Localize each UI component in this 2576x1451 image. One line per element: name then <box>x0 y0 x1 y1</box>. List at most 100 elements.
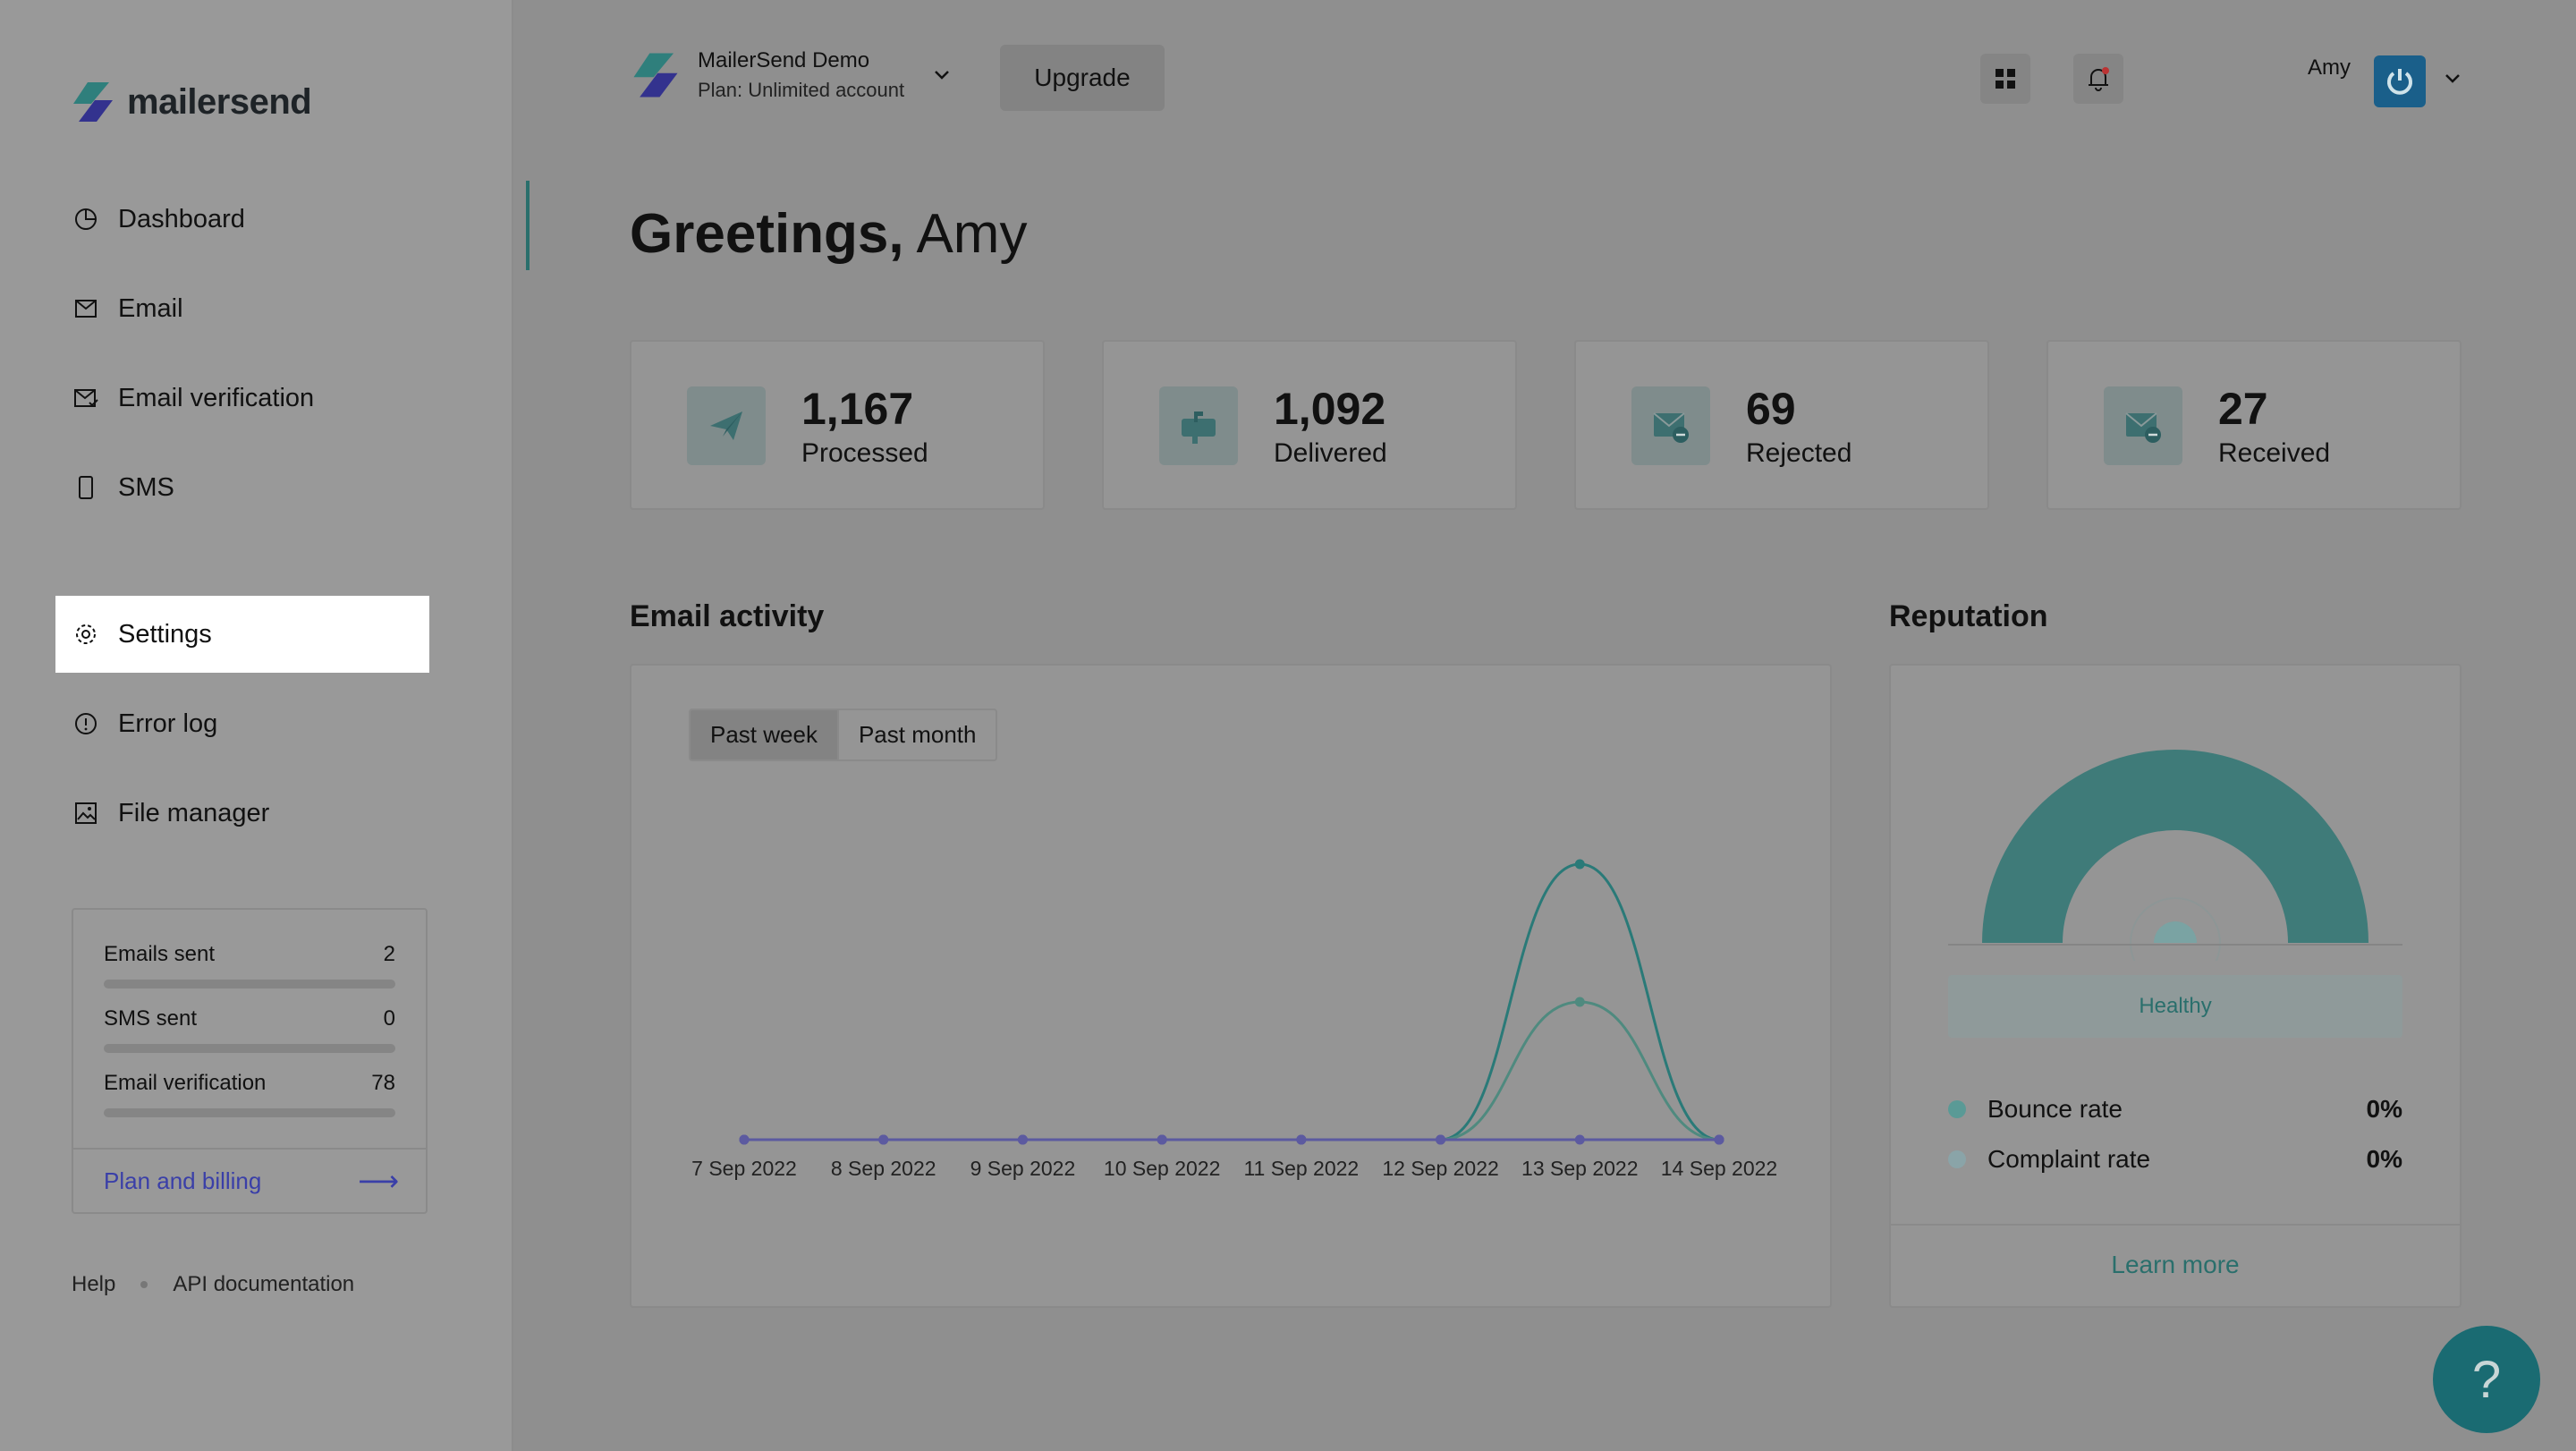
usage-panel: Emails sent 2 SMS sent 0 Email verificat… <box>72 908 428 1214</box>
data-point[interactable] <box>1714 1134 1724 1145</box>
power-icon <box>2387 69 2412 95</box>
email-activity-chart: 7 Sep 2022 8 Sep 2022 9 Sep 2022 10 Sep 202… <box>691 859 1777 1180</box>
separator-dot <box>140 1281 148 1288</box>
sidebar-footer: Help API documentation <box>72 1272 354 1297</box>
brand-logo[interactable]: mailersend <box>70 79 312 125</box>
sidebar-item-label: SMS <box>118 472 174 502</box>
usage-label: Email verification <box>104 1071 267 1095</box>
reputation-status-badge: Healthy <box>1948 975 2402 1038</box>
data-point[interactable] <box>1574 859 1585 870</box>
usage-row-sms: SMS sent 0 <box>73 974 426 1053</box>
email-activity-title: Email activity <box>630 599 825 633</box>
help-button[interactable]: ? <box>2433 1326 2540 1433</box>
data-point[interactable] <box>1157 1134 1167 1145</box>
image-icon <box>73 801 98 826</box>
account-switcher[interactable]: MailerSend Demo Plan: Unlimited account <box>630 48 954 102</box>
plan-and-billing-link[interactable]: Plan and billing <box>104 1167 261 1195</box>
stat-label: Delivered <box>1274 438 1387 468</box>
stat-label: Processed <box>801 438 928 468</box>
mailersend-logo-icon <box>633 53 678 98</box>
data-point[interactable] <box>1017 1134 1028 1145</box>
sidebar-item-label: Email verification <box>118 383 315 412</box>
stat-card-received[interactable]: 27 Received <box>2046 340 2462 510</box>
sidebar-item-label: Dashboard <box>118 204 245 233</box>
bell-icon <box>2089 67 2109 91</box>
usage-row-emails: Emails sent 2 <box>73 910 426 989</box>
avatar[interactable] <box>2374 55 2426 107</box>
apps-grid-button[interactable] <box>1980 54 2030 104</box>
sidebar-item-label: File manager <box>118 798 270 827</box>
api-documentation-link[interactable]: API documentation <box>173 1272 354 1297</box>
greeting-name: Amy <box>916 203 1028 265</box>
user-name[interactable]: Amy <box>2308 55 2351 81</box>
account-name: MailerSend Demo <box>698 48 870 72</box>
sms-icon <box>73 475 98 500</box>
x-tick-label: 10 Sep 2022 <box>1104 1157 1220 1180</box>
data-point[interactable] <box>1574 997 1585 1007</box>
x-tick-label: 8 Sep 2022 <box>831 1157 936 1180</box>
gear-icon <box>73 622 98 647</box>
sidebar-item-sms[interactable]: SMS <box>55 449 429 526</box>
data-point[interactable] <box>1574 1134 1585 1145</box>
x-tick-label: 11 Sep 2022 <box>1243 1157 1359 1180</box>
x-tick-label: 7 Sep 2022 <box>691 1157 797 1180</box>
sidebar-item-email-verification[interactable]: Email verification <box>55 360 429 437</box>
stat-card-delivered[interactable]: 1,092 Delivered <box>1102 340 1517 510</box>
sidebar-item-label: Error log <box>118 709 218 738</box>
notifications-button[interactable] <box>2073 54 2123 104</box>
upgrade-button[interactable]: Upgrade <box>1000 45 1165 111</box>
sidebar-item-file-manager[interactable]: File manager <box>55 775 429 852</box>
sidebar-nav: Dashboard Email Email verification SMS S… <box>55 181 530 864</box>
grid-icon <box>1996 69 2015 89</box>
divider <box>73 1148 426 1150</box>
sidebar-item-error-log[interactable]: Error log <box>55 685 429 762</box>
usage-value: 78 <box>371 1071 395 1095</box>
stat-value: 69 <box>1746 384 1796 434</box>
greeting-prefix: Greetings, <box>630 203 904 265</box>
stat-label: Rejected <box>1746 438 1852 468</box>
series-line-1 <box>743 1000 1720 1141</box>
email-verification-icon <box>73 386 98 411</box>
bounce-rate-value: 0% <box>2366 1095 2402 1123</box>
account-plan: Plan: Unlimited account <box>698 79 905 101</box>
chevron-down-icon[interactable] <box>2442 68 2463 89</box>
email-icon <box>73 296 98 321</box>
stat-label: Received <box>2218 438 2331 468</box>
data-point[interactable] <box>1436 1134 1446 1145</box>
usage-value: 0 <box>383 1006 395 1031</box>
help-link[interactable]: Help <box>72 1272 115 1297</box>
usage-label: Emails sent <box>104 942 216 966</box>
reputation-gauge <box>1948 750 2402 961</box>
legend-dot <box>1948 1150 1966 1168</box>
arrow-right-icon[interactable]: ⟶ <box>358 1164 399 1198</box>
sidebar-item-settings[interactable]: Settings <box>55 596 429 673</box>
x-tick-label: 13 Sep 2022 <box>1521 1157 1638 1180</box>
gauge-arc <box>1982 750 2368 943</box>
data-point[interactable] <box>878 1134 889 1145</box>
page-title: Greetings, Amy <box>630 202 1027 266</box>
learn-more-link[interactable]: Learn more <box>1891 1251 2460 1279</box>
stat-card-rejected[interactable]: 69 Rejected <box>1574 340 1989 510</box>
x-tick-label: 12 Sep 2022 <box>1382 1157 1498 1180</box>
data-point[interactable] <box>739 1134 750 1145</box>
stat-value: 1,092 <box>1274 384 1386 434</box>
stat-value: 1,167 <box>801 384 914 434</box>
bounce-rate-row: Bounce rate 0% <box>1948 1091 2402 1127</box>
sidebar-item-email[interactable]: Email <box>55 270 429 347</box>
mail-minus-icon <box>1631 386 1710 465</box>
legend-dot <box>1948 1100 1966 1118</box>
stat-value: 27 <box>2218 384 2268 434</box>
sidebar-item-label: Settings <box>118 619 212 649</box>
data-point[interactable] <box>1296 1134 1307 1145</box>
complaint-rate-label: Complaint rate <box>1987 1145 2151 1173</box>
reputation-title: Reputation <box>1889 599 2048 633</box>
mail-minus-icon <box>2104 386 2182 465</box>
complaint-rate-value: 0% <box>2366 1145 2402 1173</box>
divider <box>1891 1224 2460 1226</box>
stat-card-processed[interactable]: 1,167 Processed <box>630 340 1045 510</box>
bounce-rate-label: Bounce rate <box>1987 1095 2123 1123</box>
reputation-panel: Healthy Bounce rate 0% Complaint rate 0%… <box>1889 664 2462 1308</box>
sidebar-item-dashboard[interactable]: Dashboard <box>55 181 530 270</box>
email-activity-panel: Past week Past month 7 Sep 2022 8 Sep 202… <box>630 664 1832 1308</box>
mailersend-logo-icon <box>73 82 113 122</box>
